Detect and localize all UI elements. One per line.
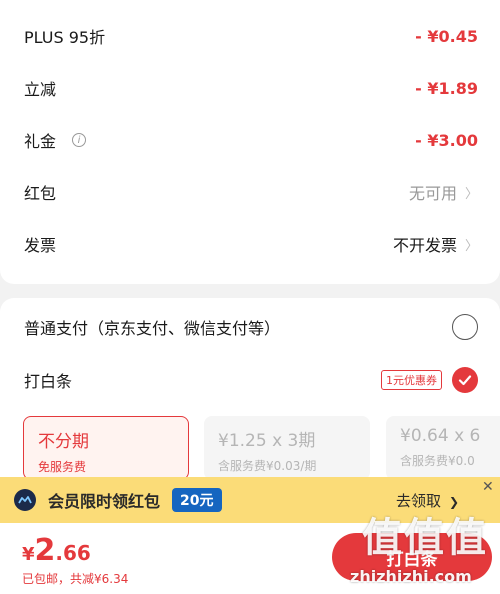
red-packet-label: 红包 xyxy=(24,184,57,203)
red-packet-value: 无可用 xyxy=(408,184,457,203)
normal-payment-option[interactable]: 普通支付（京东支付、微信支付等） xyxy=(0,301,500,353)
baitiao-label: 打白条 xyxy=(24,372,73,391)
banner-text: 会员限时领红包 xyxy=(48,492,161,511)
checkout-bar: ¥2.66 已包邮，共减¥6.34 打白条 xyxy=(0,523,500,594)
plus-discount-value: - ¥0.45 xyxy=(415,26,478,46)
price-integer: 2 xyxy=(34,533,56,568)
plan-title: ¥0.64 x 6 xyxy=(400,426,481,446)
currency-symbol: ¥ xyxy=(22,544,35,565)
gift-money-row: 礼金 i - ¥3.00 xyxy=(0,114,500,166)
member-red-packet-banner[interactable]: 会员限时领红包 20元 去领取 ❯ ✕ xyxy=(0,477,500,523)
invoice-label: 发票 xyxy=(24,236,57,255)
invoice-value-wrap: 不开发票 〉 xyxy=(393,232,478,256)
plan-sub: 含服务费¥0.0 xyxy=(400,454,475,468)
info-icon[interactable]: i xyxy=(72,133,87,147)
gift-money-value: - ¥3.00 xyxy=(415,130,478,150)
amount-badge: 20元 xyxy=(172,488,222,512)
instant-discount-value: - ¥1.89 xyxy=(415,78,478,98)
plan-6-installments[interactable]: ¥0.64 x 6 含服务费¥0.0 xyxy=(386,416,500,480)
invoice-value: 不开发票 xyxy=(392,236,457,255)
gift-money-label: 礼金 xyxy=(24,132,57,151)
instant-discount-row: 立减 - ¥1.89 xyxy=(0,62,500,114)
chevron-right-icon: 〉 xyxy=(464,238,478,254)
price-decimal: .66 xyxy=(55,541,91,565)
plus-discount-label: PLUS 95折 xyxy=(24,28,106,47)
instant-discount-label: 立减 xyxy=(24,80,57,99)
gift-money-label-wrap: 礼金 i xyxy=(24,128,87,152)
baitiao-payment-option[interactable]: 打白条 1元优惠券 xyxy=(0,354,500,406)
plan-title: 不分期 xyxy=(38,432,89,452)
claim-label: 去领取 xyxy=(396,492,442,510)
coupon-badge[interactable]: 1元优惠券 xyxy=(381,370,442,390)
invoice-row[interactable]: 发票 不开发票 〉 xyxy=(0,218,500,270)
plan-title: ¥1.25 x 3期 xyxy=(218,431,316,451)
normal-payment-label: 普通支付（京东支付、微信支付等） xyxy=(24,319,281,338)
plan-no-installment[interactable]: 不分期 免服务费 xyxy=(23,416,189,480)
plan-sub: 含服务费¥0.03/期 xyxy=(218,459,317,473)
close-icon[interactable]: ✕ xyxy=(482,479,494,495)
red-packet-value-wrap: 无可用 〉 xyxy=(409,180,478,204)
order-summary-card: PLUS 95折 - ¥0.45 立减 - ¥1.89 礼金 i - ¥3.00… xyxy=(0,0,500,284)
chevron-right-icon: 〉 xyxy=(464,186,478,202)
plus-discount-row: PLUS 95折 - ¥0.45 xyxy=(0,10,500,62)
plan-3-installments[interactable]: ¥1.25 x 3期 含服务费¥0.03/期 xyxy=(204,416,370,480)
baitiao-right: 1元优惠券 xyxy=(381,367,478,393)
chevron-right-icon: ❯ xyxy=(449,495,460,509)
vip-icon xyxy=(14,489,36,511)
check-icon[interactable] xyxy=(452,367,478,393)
pay-button[interactable]: 打白条 xyxy=(332,533,492,581)
red-packet-row[interactable]: 红包 无可用 〉 xyxy=(0,166,500,218)
claim-link[interactable]: 去领取 ❯ xyxy=(396,490,459,511)
plan-sub: 免服务费 xyxy=(38,460,87,474)
saving-text: 已包邮，共减¥6.34 xyxy=(22,572,129,586)
total-price: ¥2.66 xyxy=(22,533,91,568)
normal-payment-radio[interactable] xyxy=(452,314,478,340)
